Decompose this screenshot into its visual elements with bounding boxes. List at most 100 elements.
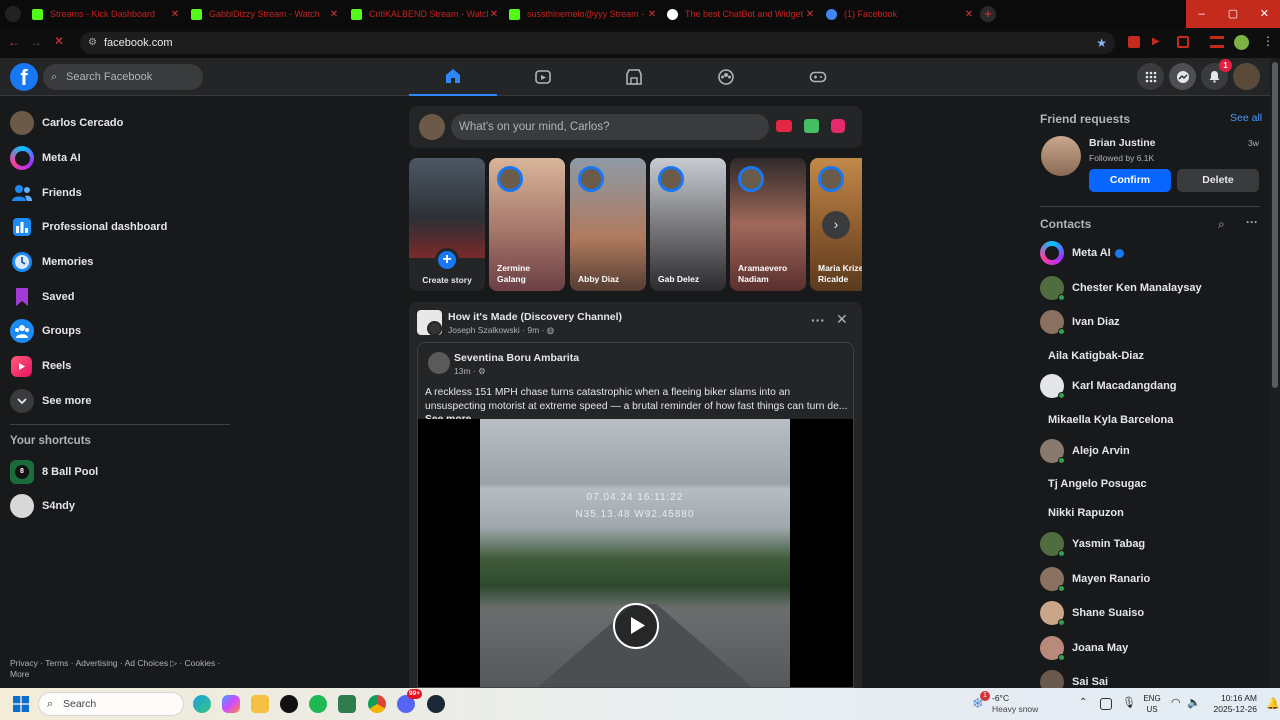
contact-item[interactable]: Ivan Diaz — [1040, 307, 1260, 337]
sidebar-item-profile[interactable]: Carlos Cercado — [10, 107, 225, 139]
story-item[interactable]: Aramaevero Nadiam — [730, 158, 806, 291]
nav-groups[interactable] — [682, 58, 770, 96]
maximize-button[interactable]: ▢ — [1217, 0, 1248, 28]
close-post-icon[interactable]: ✕ — [836, 311, 848, 328]
browser-tab[interactable]: Streams - Kick Dashboard ✕ — [26, 3, 181, 25]
tray-app-icon[interactable] — [1100, 698, 1112, 710]
footer-links[interactable]: Privacy · Terms · Advertising · Ad Choic… — [10, 658, 240, 680]
shortcut-8-ball-pool[interactable]: 8 8 Ball Pool — [10, 456, 225, 488]
extension-icon[interactable] — [1128, 36, 1140, 48]
discord-icon[interactable]: 99+ — [397, 689, 423, 713]
close-tab-icon[interactable]: ✕ — [488, 9, 500, 20]
extension-icon[interactable] — [1177, 36, 1189, 48]
language-indicator[interactable]: ENG US — [1140, 693, 1164, 715]
reload-button[interactable]: ✕ — [54, 34, 64, 48]
contact-item[interactable]: Nikki Rapuzon — [1040, 498, 1260, 528]
bookmark-star-icon[interactable]: ★ — [1096, 32, 1107, 54]
close-window-button[interactable]: ✕ — [1249, 0, 1280, 28]
contact-item[interactable]: Tj Angelo Posugac — [1040, 469, 1260, 499]
scrollbar-thumb[interactable] — [1272, 62, 1278, 388]
back-button[interactable]: ← — [8, 35, 20, 49]
story-item[interactable]: Zermine Galang — [489, 158, 565, 291]
story-item[interactable]: Gab Delez — [650, 158, 726, 291]
contacts-options-icon[interactable]: ··· — [1246, 215, 1258, 229]
browser-menu-icon[interactable]: ⋮ — [1262, 34, 1274, 48]
menu-button[interactable] — [1137, 63, 1164, 90]
facebook-logo[interactable]: f — [10, 63, 38, 91]
story-item[interactable]: Abby Diaz — [570, 158, 646, 291]
page-scrollbar[interactable] — [1270, 58, 1280, 688]
notification-center-icon[interactable]: 🔔 — [1266, 697, 1280, 710]
delete-button[interactable]: Delete — [1177, 169, 1259, 192]
post-author[interactable]: Joseph Szalkowski — [448, 325, 520, 335]
tab-menu-icon[interactable] — [5, 6, 21, 22]
extension-icon[interactable] — [1210, 36, 1224, 48]
request-name[interactable]: Brian Justine — [1089, 137, 1156, 149]
copilot-icon[interactable] — [222, 695, 240, 713]
profile-icon[interactable] — [1234, 35, 1249, 50]
account-avatar[interactable] — [1233, 63, 1260, 90]
browser-tab[interactable]: (1) Facebook ✕ — [820, 3, 975, 25]
taskbar-search[interactable]: ⌕ Search — [38, 692, 184, 716]
shared-author[interactable]: Seventina Boru Ambarita — [454, 352, 579, 364]
contact-item[interactable]: Joana May — [1040, 633, 1260, 663]
windows-start-icon[interactable] — [13, 696, 29, 712]
browser-tab[interactable]: CritiKALBEND Stream - Watch Li ✕ — [345, 3, 500, 25]
close-tab-icon[interactable]: ✕ — [963, 9, 975, 20]
contact-item[interactable]: Karl Macadangdang — [1040, 371, 1260, 401]
live-video-icon[interactable] — [776, 120, 792, 132]
minimize-button[interactable]: – — [1186, 0, 1217, 28]
close-tab-icon[interactable]: ✕ — [169, 9, 181, 20]
chrome-icon[interactable] — [368, 695, 386, 713]
nav-marketplace[interactable] — [590, 58, 678, 96]
video-player[interactable]: 07.04.24 16:11:22 N35.13.48 W92.45880 — [418, 419, 853, 687]
see-all-link[interactable]: See all — [1230, 112, 1262, 124]
browser-tab[interactable]: GabbiDizzy Stream - Watch ✕ — [185, 3, 340, 25]
shared-time[interactable]: 13m — [454, 366, 471, 376]
sidebar-item-groups[interactable]: Groups — [10, 315, 225, 347]
close-tab-icon[interactable]: ✕ — [804, 9, 816, 20]
forward-button[interactable]: → — [30, 35, 42, 49]
messenger-button[interactable] — [1169, 63, 1196, 90]
contact-item[interactable]: Mayen Ranario — [1040, 564, 1260, 594]
search-input[interactable]: ⌕ Search Facebook — [43, 64, 203, 90]
contact-item[interactable]: Yasmin Tabag — [1040, 529, 1260, 559]
new-tab-button[interactable]: + — [980, 6, 996, 22]
request-avatar[interactable] — [1041, 136, 1081, 176]
sidebar-item-reels[interactable]: Reels — [10, 350, 225, 382]
nav-home[interactable] — [409, 58, 497, 96]
notifications-button[interactable]: 1 — [1201, 59, 1232, 90]
tiktok-icon[interactable] — [280, 695, 298, 713]
contact-item[interactable]: Mikaella Kyla Barcelona — [1040, 405, 1260, 435]
url-field[interactable]: ⚙ facebook.com ★ — [80, 32, 1115, 54]
wifi-icon[interactable]: ◠ — [1171, 696, 1181, 709]
site-info-icon[interactable]: ⚙ — [88, 32, 97, 54]
microphone-icon[interactable]: 🎙 — [1122, 696, 1136, 709]
nav-video[interactable] — [499, 58, 587, 96]
confirm-button[interactable]: Confirm — [1089, 169, 1171, 192]
weather-widget[interactable]: ❄ 1 -6°C Heavy snow — [970, 691, 1050, 716]
more-options-icon[interactable]: ··· — [811, 312, 825, 328]
sidebar-item-memories[interactable]: Memories — [10, 246, 225, 278]
contact-item[interactable]: Alejo Arvin — [1040, 436, 1260, 466]
contact-item[interactable]: Meta AI — [1040, 238, 1260, 268]
photo-video-icon[interactable] — [804, 119, 819, 133]
edge-icon[interactable] — [193, 695, 211, 713]
post-time[interactable]: 9m — [527, 325, 539, 335]
play-button[interactable] — [613, 603, 659, 649]
story-create[interactable]: + Create story — [409, 158, 485, 291]
sidebar-item-saved[interactable]: Saved — [10, 281, 225, 313]
close-tab-icon[interactable]: ✕ — [328, 9, 340, 20]
spotify-icon[interactable] — [309, 695, 327, 713]
stories-next-button[interactable]: › — [822, 211, 850, 239]
composer-input[interactable]: What's on your mind, Carlos? — [451, 114, 769, 140]
post-page-name[interactable]: How it's Made (Discovery Channel) — [448, 311, 622, 323]
contact-item[interactable]: Shane Suaiso — [1040, 598, 1260, 628]
sidebar-item-see-more[interactable]: See more — [10, 385, 225, 417]
sidebar-item-professional-dashboard[interactable]: Professional dashboard — [10, 211, 225, 243]
sidebar-item-meta-ai[interactable]: Meta AI — [10, 142, 225, 174]
app-icon[interactable] — [338, 695, 356, 713]
contact-item[interactable]: Aila Katigbak-Diaz — [1040, 341, 1260, 371]
nav-gaming[interactable] — [774, 58, 862, 96]
shortcut-s4ndy[interactable]: S4ndy — [10, 490, 225, 522]
